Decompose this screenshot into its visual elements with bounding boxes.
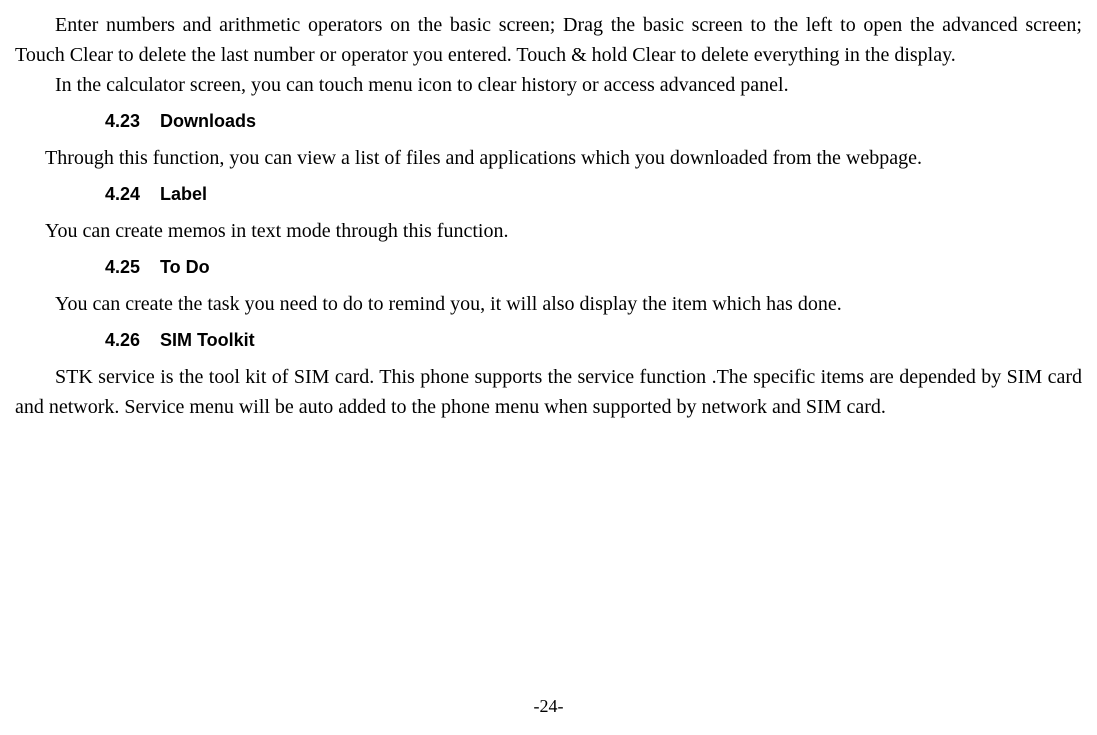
body-paragraph: Enter numbers and arithmetic operators o… xyxy=(15,10,1082,70)
body-paragraph: In the calculator screen, you can touch … xyxy=(15,70,1082,100)
heading-number: 4.23 xyxy=(105,108,155,135)
body-paragraph: STK service is the tool kit of SIM card.… xyxy=(15,362,1082,422)
heading-title: To Do xyxy=(160,257,210,277)
body-paragraph: You can create memos in text mode throug… xyxy=(15,216,1082,246)
heading-title: SIM Toolkit xyxy=(160,330,255,350)
heading-title: Label xyxy=(160,184,207,204)
heading-number: 4.26 xyxy=(105,327,155,354)
section-heading-downloads: 4.23 Downloads xyxy=(105,108,1082,135)
heading-title: Downloads xyxy=(160,111,256,131)
page-number: -24- xyxy=(0,693,1097,720)
section-heading-sim-toolkit: 4.26 SIM Toolkit xyxy=(105,327,1082,354)
section-heading-label: 4.24 Label xyxy=(105,181,1082,208)
section-heading-todo: 4.25 To Do xyxy=(105,254,1082,281)
heading-number: 4.25 xyxy=(105,254,155,281)
body-paragraph: You can create the task you need to do t… xyxy=(15,289,1082,319)
heading-number: 4.24 xyxy=(105,181,155,208)
body-paragraph: Through this function, you can view a li… xyxy=(15,143,1082,173)
